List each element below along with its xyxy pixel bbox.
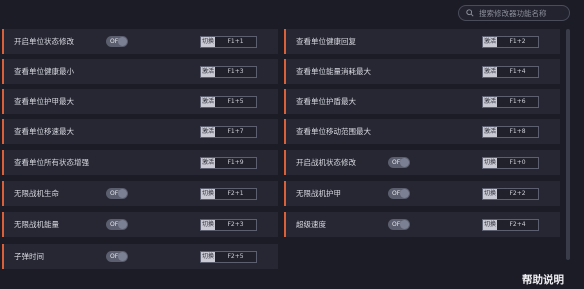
hotkey-box[interactable]: 切换 F2+2 <box>482 188 539 200</box>
option-label: 无限战机护甲 <box>296 189 341 198</box>
option-label: 查看单位移速最大 <box>14 127 74 136</box>
option-toggle[interactable]: OFF <box>388 188 410 199</box>
hotkey-box[interactable]: 激活 F1+6 <box>482 96 539 108</box>
hotkey-box[interactable]: 切换 F1+1 <box>200 36 257 48</box>
hotkey-box[interactable]: 激活 F1+9 <box>200 157 257 169</box>
hotkey-combo: F2+2 <box>509 190 526 197</box>
hotkey-combo: F2+3 <box>227 221 244 228</box>
hotkey-mode: 激活 <box>201 97 215 107</box>
hotkey-combo: F2+4 <box>509 221 526 228</box>
option-row: 无限战机护甲 OFF 切换 F2+2 <box>284 181 560 206</box>
hotkey-box[interactable]: 激活 F1+7 <box>200 126 257 138</box>
hotkey-mode: 激活 <box>483 67 497 77</box>
option-toggle[interactable]: OFF <box>106 36 128 47</box>
hotkey-combo: F1+6 <box>509 98 526 105</box>
option-toggle[interactable]: OFF <box>388 157 410 168</box>
hotkey-mode: 切换 <box>483 189 497 199</box>
hotkey-combo: F1+9 <box>227 159 244 166</box>
hotkey-combo: F1+0 <box>509 159 526 166</box>
hotkey-combo: F2+1 <box>227 190 244 197</box>
hotkey-box[interactable]: 切换 F2+5 <box>200 251 257 263</box>
hotkey-mode: 激活 <box>201 67 215 77</box>
hotkey-mode: 切换 <box>483 220 497 230</box>
hotkey-box[interactable]: 切换 F1+0 <box>482 157 539 169</box>
option-toggle[interactable]: OFF <box>106 188 128 199</box>
option-label: 查看单位所有状态增强 <box>14 158 89 167</box>
hotkey-mode: 激活 <box>201 127 215 137</box>
option-label: 查看单位健康最小 <box>14 67 74 76</box>
option-row: 开启单位状态修改 OFF 切换 F1+1 <box>2 29 278 54</box>
hotkey-combo: F1+4 <box>509 68 526 75</box>
option-label: 查看单位健康回复 <box>296 37 356 46</box>
option-toggle[interactable]: OFF <box>388 219 410 230</box>
hotkey-box[interactable]: 切换 F2+3 <box>200 219 257 231</box>
hotkey-box[interactable]: 切换 F2+1 <box>200 188 257 200</box>
option-row: 无限战机生命 OFF 切换 F2+1 <box>2 181 278 206</box>
hotkey-mode: 激活 <box>483 127 497 137</box>
option-label: 查看单位护盾最大 <box>296 97 356 106</box>
search-input[interactable]: 搜索修改器功能名称 <box>479 8 547 19</box>
hotkey-combo: F1+5 <box>227 98 244 105</box>
option-row: 超级速度 OFF 切换 F2+4 <box>284 212 560 237</box>
option-row: 查看单位健康回复 激活 F1+2 <box>284 29 560 54</box>
option-row: 查看单位护甲最大 激活 F1+5 <box>2 89 278 114</box>
option-label: 子弹时间 <box>14 252 44 261</box>
hotkey-box[interactable]: 激活 F1+8 <box>482 126 539 138</box>
option-label: 无限战机生命 <box>14 189 59 198</box>
hotkey-combo: F1+3 <box>227 68 244 75</box>
hotkey-mode: 切换 <box>201 37 215 47</box>
hotkey-combo: F2+5 <box>227 253 244 260</box>
option-label: 开启战机状态修改 <box>296 158 356 167</box>
hotkey-mode: 切换 <box>201 189 215 199</box>
hotkey-box[interactable]: 激活 F1+5 <box>200 96 257 108</box>
hotkey-mode: 激活 <box>483 97 497 107</box>
option-toggle[interactable]: OFF <box>106 219 128 230</box>
hotkey-mode: 切换 <box>201 220 215 230</box>
hotkey-combo: F1+8 <box>509 128 526 135</box>
option-row: 开启战机状态修改 OFF 切换 F1+0 <box>284 150 560 175</box>
hotkey-box[interactable]: 切换 F2+4 <box>482 219 539 231</box>
option-row: 查看单位移速最大 激活 F1+7 <box>2 119 278 144</box>
hotkey-combo: F1+1 <box>227 38 244 45</box>
hotkey-mode: 切换 <box>483 158 497 168</box>
option-row: 查看单位健康最小 激活 F1+3 <box>2 59 278 84</box>
option-label: 超级速度 <box>296 220 326 229</box>
hotkey-mode: 切换 <box>201 252 215 262</box>
option-label: 无限战机能量 <box>14 220 59 229</box>
option-row: 查看单位能量消耗最大 激活 F1+4 <box>284 59 560 84</box>
option-label: 开启单位状态修改 <box>14 37 74 46</box>
hotkey-combo: F1+2 <box>509 38 526 45</box>
option-label: 查看单位护甲最大 <box>14 97 74 106</box>
option-row: 子弹时间 OFF 切换 F2+5 <box>2 244 278 269</box>
option-row: 查看单位移动范围最大 激活 F1+8 <box>284 119 560 144</box>
option-label: 查看单位能量消耗最大 <box>296 67 371 76</box>
option-row: 查看单位所有状态增强 激活 F1+9 <box>2 150 278 175</box>
option-row: 查看单位护盾最大 激活 F1+6 <box>284 89 560 114</box>
search-bar[interactable]: 搜索修改器功能名称 <box>458 5 570 21</box>
hotkey-box[interactable]: 激活 F1+2 <box>482 36 539 48</box>
hotkey-combo: F1+7 <box>227 128 244 135</box>
option-toggle[interactable]: OFF <box>106 251 128 262</box>
hotkey-mode: 激活 <box>201 158 215 168</box>
hotkey-box[interactable]: 激活 F1+4 <box>482 66 539 78</box>
hotkey-box[interactable]: 激活 F1+3 <box>200 66 257 78</box>
help-link[interactable]: 帮助说明 <box>522 272 564 287</box>
search-icon <box>466 9 474 17</box>
option-row: 无限战机能量 OFF 切换 F2+3 <box>2 212 278 237</box>
option-label: 查看单位移动范围最大 <box>296 127 371 136</box>
scrollbar[interactable] <box>566 29 570 260</box>
hotkey-mode: 激活 <box>483 37 497 47</box>
